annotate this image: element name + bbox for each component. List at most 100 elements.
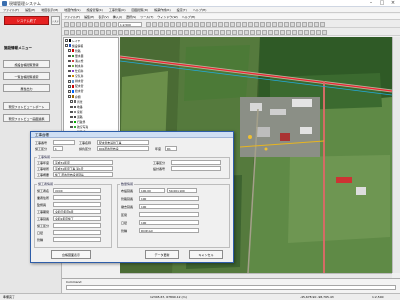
layer-checkbox[interactable] — [70, 105, 73, 109]
layer-checkbox[interactable] — [68, 54, 71, 58]
layer-checkbox[interactable] — [70, 110, 73, 114]
layer-checkbox[interactable] — [70, 115, 73, 119]
toolbar-tool-icon[interactable] — [284, 21, 289, 27]
toolbar-tool-icon[interactable] — [238, 29, 243, 35]
toolbar-tool-icon[interactable] — [286, 29, 291, 35]
menu-item-3[interactable]: 地図作成(S) — [61, 7, 83, 12]
toolbar-tool-icon[interactable] — [236, 21, 241, 27]
quantity-field-2[interactable]: 50.00×100 — [167, 188, 197, 193]
toolbar-tool-icon[interactable] — [226, 29, 231, 35]
toolbar-tool-icon[interactable] — [112, 21, 117, 27]
quantity-field[interactable]: 100 — [139, 204, 199, 209]
maximize-icon[interactable]: □ — [377, 0, 387, 7]
layer-checkbox[interactable] — [70, 100, 73, 103]
toolbar-tool-icon[interactable] — [136, 29, 141, 35]
toolbar-tool-icon[interactable] — [88, 29, 93, 35]
toolbar-tool-icon[interactable] — [220, 29, 225, 35]
toolbar-tool-icon[interactable] — [188, 21, 193, 27]
work-info-field[interactable] — [171, 160, 221, 165]
toolbar-tool-icon[interactable] — [130, 29, 135, 35]
toolbar-tool-icon[interactable] — [176, 21, 181, 27]
toolbar-tool-icon[interactable] — [166, 29, 171, 35]
map-menu-item-3[interactable]: 挿入(I) — [111, 14, 124, 19]
toolbar-tool-icon[interactable] — [308, 21, 313, 27]
menu-item-7[interactable]: 帳票作成(R) — [151, 7, 173, 12]
contractor-field[interactable]: XXXX — [53, 188, 101, 193]
toolbar-tool-icon[interactable] — [76, 29, 81, 35]
layer-checkbox[interactable] — [68, 95, 71, 98]
toolbar-tool-icon[interactable] — [254, 21, 259, 27]
contractor-field[interactable] — [53, 237, 101, 242]
toolbar-tool-icon[interactable] — [310, 29, 315, 35]
toolbar-tool-icon[interactable] — [278, 21, 283, 27]
map-menu-item-5[interactable]: ツール(T) — [138, 14, 155, 19]
toolbar-tool-icon[interactable] — [292, 29, 297, 35]
toolbar-tool-icon[interactable] — [100, 29, 105, 35]
toolbar-tool-icon[interactable] — [212, 21, 217, 27]
toolbar-tool-icon[interactable] — [76, 21, 81, 27]
toolbar-tool-icon[interactable] — [206, 21, 211, 27]
menu-item-0[interactable]: ファイル(F) — [0, 7, 22, 12]
contractor-field[interactable] — [53, 223, 101, 228]
contractor-field[interactable] — [53, 230, 101, 235]
toolbar-tool-icon[interactable] — [94, 29, 99, 35]
layer-checkbox[interactable] — [68, 85, 71, 88]
toolbar-tool-icon[interactable] — [106, 29, 111, 35]
contract-category-field[interactable]: R01配水管布設 — [97, 146, 149, 151]
toolbar-tool-icon[interactable] — [256, 29, 261, 35]
work-info-field[interactable]: 平成31年度工事 第1号 — [53, 166, 113, 171]
menu-item-9[interactable]: ヘルプ(H) — [190, 7, 210, 12]
layer-checkbox[interactable] — [68, 74, 71, 78]
command-input[interactable] — [66, 285, 396, 290]
toolbar-tool-icon[interactable] — [148, 29, 153, 35]
menu-item-1[interactable]: 編集(E) — [22, 7, 38, 12]
toolbar-tool-icon[interactable] — [320, 21, 325, 27]
toolbar-tool-icon[interactable] — [142, 29, 147, 35]
quantity-field[interactable]: 100 — [139, 220, 199, 225]
toolbar-tool-icon[interactable] — [230, 21, 235, 27]
toolbar-tool-icon[interactable] — [154, 29, 159, 35]
toolbar-tool-icon[interactable] — [118, 29, 123, 35]
layer-checkbox[interactable] — [70, 125, 73, 129]
toolbar-tool-icon[interactable] — [260, 21, 265, 27]
toolbar-tool-icon[interactable] — [70, 29, 75, 35]
toolbar-tool-icon[interactable] — [244, 29, 249, 35]
menu-item-6[interactable]: 図面閲覧(D) — [129, 7, 152, 12]
toolbar-tool-icon[interactable] — [200, 21, 205, 27]
toolbar-tool-icon[interactable] — [224, 21, 229, 27]
toolbar-tool-icon[interactable] — [214, 29, 219, 35]
toolbar-tool-icon[interactable] — [218, 21, 223, 27]
layer-checkbox[interactable] — [70, 120, 73, 124]
toolbar-tool-icon[interactable] — [88, 21, 93, 27]
toolbar-tool-icon[interactable] — [302, 21, 307, 27]
layer-checkbox[interactable] — [68, 69, 71, 73]
data-update-button[interactable]: データ更新 — [145, 250, 179, 259]
toolbar-tool-icon[interactable] — [190, 29, 195, 35]
layer-checkbox[interactable] — [68, 80, 71, 83]
layer-checkbox[interactable] — [65, 39, 68, 42]
quantity-field[interactable]: 100 — [139, 196, 199, 201]
toolbar-tool-icon[interactable] — [94, 21, 99, 27]
construction-number-field[interactable] — [53, 140, 75, 145]
toolbar-tool-icon[interactable] — [274, 29, 279, 35]
toolbar-tool-icon[interactable] — [164, 21, 169, 27]
ledger-drawing-button[interactable]: 台帳図面表示 — [51, 250, 91, 259]
menu-item-4[interactable]: 施設管理(K) — [84, 7, 106, 12]
map-menu-item-0[interactable]: ファイル(F) — [62, 14, 82, 19]
system-exit-button[interactable]: システム終了 — [4, 16, 49, 25]
work-category-field[interactable]: 1 — [53, 146, 63, 151]
toolbar-tool-icon[interactable] — [172, 29, 177, 35]
toolbar-tool-icon[interactable] — [124, 29, 129, 35]
toolbar-tool-icon[interactable] — [202, 29, 207, 35]
toolbar-tool-icon[interactable] — [296, 21, 301, 27]
map-menu-item-6[interactable]: ウィンドウ(W) — [155, 14, 179, 19]
toolbar-tool-icon[interactable] — [280, 29, 285, 35]
toolbar-tool-icon[interactable] — [182, 21, 187, 27]
photo-report-button[interactable]: 現況フォトビューレポート — [3, 102, 50, 110]
toolbar-tool-icon[interactable] — [232, 29, 237, 35]
contractor-field[interactable]: 令和1年度施工 — [53, 216, 101, 221]
contractor-field[interactable] — [53, 195, 101, 200]
cancel-button[interactable]: キャンセル — [189, 250, 223, 259]
toolbar-tool-icon[interactable] — [242, 21, 247, 27]
toolbar-tool-icon[interactable] — [158, 21, 163, 27]
